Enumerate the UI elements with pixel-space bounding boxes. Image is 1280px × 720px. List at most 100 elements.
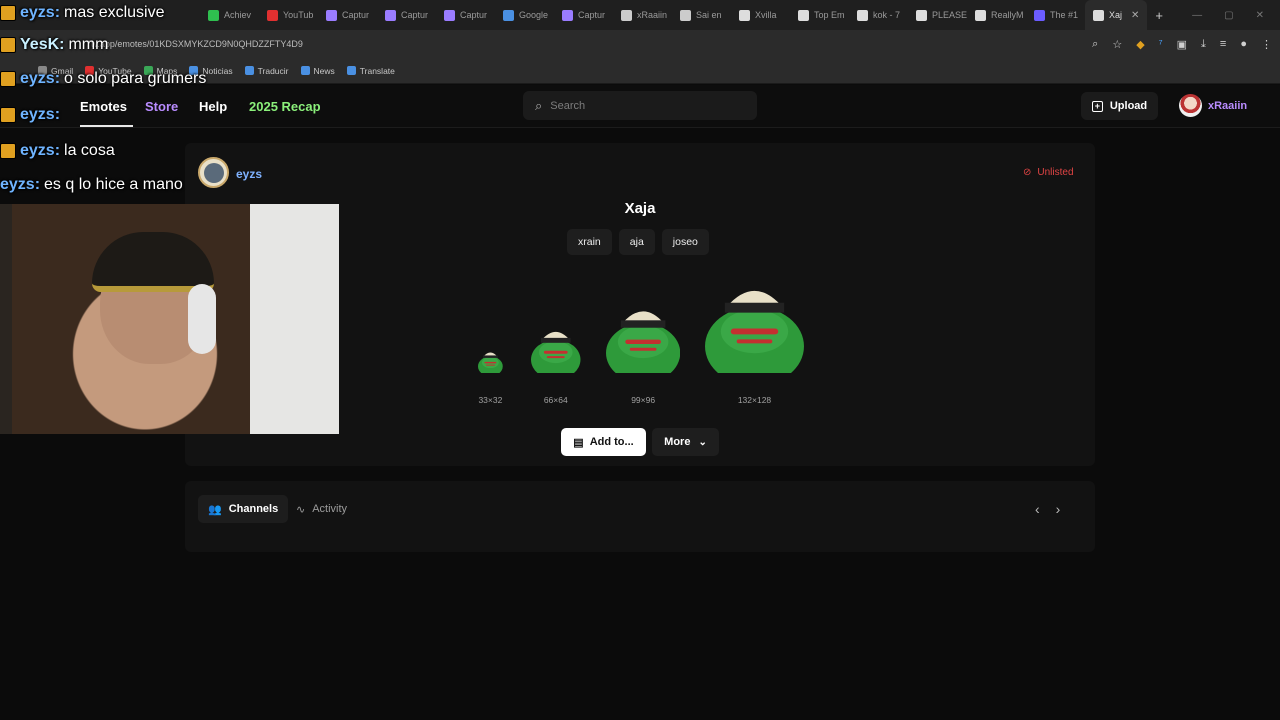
- add-to-label: Add to...: [589, 436, 634, 448]
- more-button[interactable]: More ⌄: [652, 428, 719, 456]
- tab-favicon-icon: [444, 9, 455, 21]
- media-icon[interactable]: ≡: [1220, 38, 1226, 50]
- chat-text: mmm: [68, 36, 109, 53]
- chat-message: YesK: mmm: [0, 36, 108, 54]
- chat-text: o solo para grumers: [64, 70, 207, 87]
- bookmark-label: News: [313, 65, 335, 76]
- zoom-icon[interactable]: ⌕: [1092, 38, 1098, 51]
- bookmark-label: Translate: [359, 65, 395, 76]
- add-to-button[interactable]: ▤ Add to...: [561, 428, 646, 456]
- browser-tab[interactable]: Achiev: [200, 0, 259, 30]
- browser-tab[interactable]: YouTub: [259, 0, 318, 30]
- browser-tab-label: ReallyM: [991, 10, 1024, 20]
- browser-tab[interactable]: Captur: [436, 0, 495, 30]
- browser-tab[interactable]: PLEASE: [908, 0, 967, 30]
- tab-favicon-icon: [267, 9, 278, 21]
- chat-nickname: eyzs:: [20, 142, 61, 159]
- tab-channels[interactable]: 👥 Channels: [198, 495, 289, 523]
- user-menu[interactable]: xRaaiin: [1179, 94, 1247, 117]
- browser-tab-label: Captur: [460, 10, 488, 20]
- emote-size-label: 66×64: [543, 395, 568, 405]
- more-label: More: [664, 436, 691, 448]
- active-tab[interactable]: Xaj ✕: [1085, 0, 1148, 30]
- browser-tab-label: xRaaiin: [637, 10, 668, 20]
- tab-favicon-icon: [680, 9, 691, 21]
- emote-size-label: 33×32: [478, 395, 503, 405]
- bookmark-favicon-icon: [244, 66, 254, 75]
- browser-tab[interactable]: The #1: [1026, 0, 1085, 30]
- search-input[interactable]: ⌕ Search: [523, 91, 757, 120]
- nav-help[interactable]: Help: [199, 99, 227, 114]
- close-tab-icon[interactable]: ✕: [1131, 10, 1139, 21]
- window-controls: — ▢ ✕: [1192, 10, 1280, 21]
- tab-favicon-icon: [562, 9, 573, 21]
- browser-tab[interactable]: Xvilla: [731, 0, 790, 30]
- activity-icon: ∿: [296, 503, 306, 516]
- browser-tab[interactable]: kok - 7: [849, 0, 908, 30]
- browser-tab[interactable]: Captur: [554, 0, 613, 30]
- owner-avatar[interactable]: [198, 157, 229, 188]
- search-icon: ⌕: [535, 97, 543, 113]
- tag-list: xrain aja joseo: [567, 229, 709, 255]
- minimize-icon[interactable]: —: [1192, 10, 1202, 21]
- chat-nickname: eyzs:: [0, 176, 41, 193]
- browser-tab[interactable]: Captur: [377, 0, 436, 30]
- nav-recap[interactable]: 2025 Recap: [249, 99, 321, 114]
- chat-text: mas exclusive: [64, 4, 165, 21]
- bookmark-item[interactable]: News: [300, 65, 335, 76]
- tab-list: Achiev YouTub Captur Captur Captur Google Capt…: [200, 0, 1085, 30]
- browser-tab-label: Top Em: [814, 10, 845, 20]
- emote-tag[interactable]: aja: [618, 229, 655, 255]
- browser-tab-label: Captur: [578, 10, 606, 20]
- nav-emotes[interactable]: Emotes: [80, 99, 127, 114]
- maximize-icon[interactable]: ▢: [1224, 10, 1233, 21]
- owner-name[interactable]: eyzs: [236, 167, 262, 181]
- url-field[interactable]: 7tv.app/emotes/01KDSXMYKZCD9N0QHDZZFTY4D…: [86, 39, 303, 49]
- tab-activity[interactable]: ∿ Activity: [296, 495, 347, 523]
- browser-tab-bar: Achiev YouTub Captur Captur Captur Google Capt…: [0, 0, 1280, 30]
- browser-tab[interactable]: Captur: [318, 0, 377, 30]
- puzzle-icon[interactable]: ▣: [1177, 38, 1187, 51]
- site-header: Emotes Store Help 2025 Recap ⌕ Search + …: [0, 85, 1280, 128]
- chat-message: eyzs: mas exclusive: [0, 4, 165, 22]
- browser-tab[interactable]: Sai en: [672, 0, 731, 30]
- download-icon[interactable]: ⤓: [1201, 38, 1206, 51]
- new-tab-button[interactable]: +: [1147, 0, 1171, 30]
- webcam-headphones: [188, 284, 216, 354]
- browser-tab-label: Achiev: [224, 10, 252, 20]
- bookmark-star-icon[interactable]: ☆: [1112, 38, 1122, 51]
- bookmark-item[interactable]: Traducir: [244, 66, 289, 76]
- browser-tab-label: PLEASE: [932, 10, 967, 20]
- upload-button[interactable]: + Upload: [1081, 92, 1158, 120]
- emote-tag[interactable]: xrain: [567, 229, 612, 255]
- browser-tab-label: YouTub: [283, 10, 314, 20]
- browser-tab[interactable]: Top Em: [790, 0, 849, 30]
- folder-plus-icon: ▤: [573, 436, 584, 449]
- close-window-icon[interactable]: ✕: [1256, 10, 1264, 21]
- nav-store[interactable]: Store: [145, 99, 178, 114]
- active-tab-label: Xaj: [1109, 10, 1123, 20]
- chat-nickname: eyzs:: [20, 70, 61, 87]
- bookmark-item[interactable]: Translate: [346, 65, 395, 76]
- chevron-down-icon: ⌄: [698, 436, 707, 448]
- browser-tab[interactable]: xRaaiin: [613, 0, 672, 30]
- menu-icon[interactable]: ⋮: [1261, 38, 1272, 51]
- emote-tag[interactable]: joseo: [661, 229, 709, 255]
- upload-icon: +: [1091, 100, 1103, 112]
- chat-text: es q lo hice a mano: [44, 176, 183, 193]
- extension-icon[interactable]: ◆: [1136, 38, 1144, 51]
- 7tv-extension-icon[interactable]: ⁷: [1159, 38, 1163, 50]
- profile-icon[interactable]: ●: [1240, 38, 1247, 50]
- browser-tab[interactable]: Google: [495, 0, 554, 30]
- tab-favicon-icon: [621, 9, 632, 21]
- avatar: [1179, 94, 1202, 117]
- chat-nickname: YesK:: [20, 36, 65, 53]
- chat-nickname: eyzs:: [20, 4, 61, 21]
- browser-tab-label: Google: [519, 10, 549, 20]
- 7tv-badge-icon: [0, 71, 16, 87]
- browser-tab[interactable]: ReallyM: [967, 0, 1026, 30]
- chat-message: eyzs: o solo para grumers: [0, 70, 206, 88]
- next-page-icon[interactable]: ›: [1056, 501, 1061, 517]
- prev-page-icon[interactable]: ‹: [1035, 501, 1040, 517]
- browser-tab-label: Xvilla: [755, 10, 777, 20]
